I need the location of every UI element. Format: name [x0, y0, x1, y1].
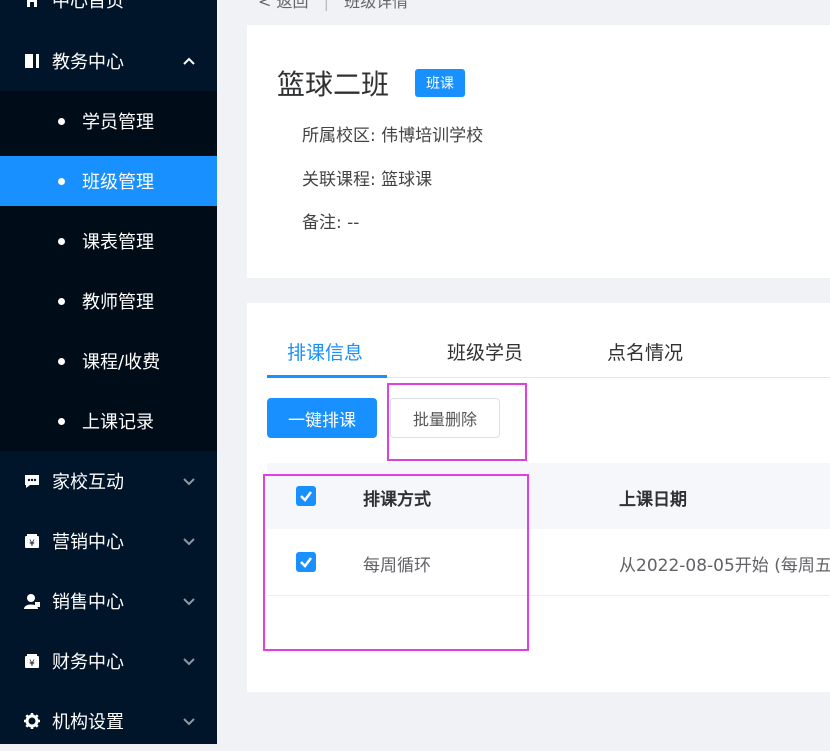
nav-item-sales[interactable]: 销售中心: [0, 571, 217, 631]
user-icon: [24, 594, 40, 609]
highlight-box-table: [263, 474, 529, 651]
bullet-icon: [58, 297, 65, 305]
page-title: 篮球二班: [277, 68, 390, 101]
nav-item-home-label: 中心首页: [52, 0, 124, 12]
class-type-badge: 班课: [415, 69, 465, 97]
sidebar-item-students[interactable]: 学员管理: [0, 96, 217, 146]
sidebar-item-class-records[interactable]: 上课记录: [0, 396, 217, 446]
nav-item-academic-label: 教务中心: [52, 52, 124, 73]
chevron-down-icon: [183, 538, 195, 546]
back-link[interactable]: < 返回: [258, 0, 309, 11]
sidebar-item-label: 课程/收费: [82, 352, 161, 373]
sidebar-item-label: 上课记录: [82, 412, 154, 433]
svg-text:¥: ¥: [29, 659, 35, 669]
home-icon: [27, 0, 37, 7]
chat-icon: [25, 475, 39, 488]
sidebar-item-classes[interactable]: 班级管理: [0, 156, 217, 206]
sidebar-item-timetable[interactable]: 课表管理: [0, 216, 217, 266]
sidebar-item-label: 教师管理: [82, 292, 154, 313]
breadcrumb: < 返回 | 班级详情: [258, 0, 408, 12]
wallet-icon: ¥: [25, 654, 39, 669]
nav-item-home[interactable]: 中心首页: [0, 0, 217, 30]
nav-item-academic[interactable]: 教务中心: [0, 31, 217, 91]
sidebar-item-label: 课表管理: [82, 232, 154, 253]
nav-item-marketing-label: 营销中心: [52, 532, 124, 553]
highlight-box-delete-button: [387, 383, 527, 461]
nav-item-home-school[interactable]: 家校互动: [0, 451, 217, 511]
tab-schedule-info[interactable]: 排课信息: [287, 338, 363, 365]
sidebar-item-teachers[interactable]: 教师管理: [0, 276, 217, 326]
nav-item-home-school-label: 家校互动: [52, 472, 124, 493]
note-info: 备注: --: [302, 213, 360, 233]
bullet-icon: [58, 237, 65, 245]
book-icon: [25, 54, 39, 68]
bullet-icon: [58, 117, 65, 125]
nav-item-settings[interactable]: 机构设置: [0, 691, 217, 751]
chevron-down-icon: [183, 598, 195, 606]
class-info-card: 篮球二班 班课 所属校区: 伟博培训学校 关联课程: 篮球课 备注: --: [247, 25, 830, 278]
breadcrumb-separator: |: [323, 0, 329, 11]
sidebar: 中心首页 教务中心 学员管理 班级管理 课表管理 教师管理 课程/收费 上课记录…: [0, 0, 217, 744]
sidebar-item-label: 学员管理: [82, 112, 154, 133]
bullet-icon: [58, 357, 65, 365]
active-tab-indicator: [267, 375, 387, 378]
sidebar-item-courses-fees[interactable]: 课程/收费: [0, 336, 217, 386]
auto-schedule-button[interactable]: 一键排课: [267, 398, 377, 438]
breadcrumb-current: 班级详情: [344, 0, 409, 11]
campus-info: 所属校区: 伟博培训学校: [302, 126, 484, 146]
gear-icon: [24, 713, 40, 729]
schedule-date-cell: 从2022-08-05开始 (每周五): [619, 556, 830, 576]
nav-item-settings-label: 机构设置: [52, 712, 124, 733]
tab-class-students[interactable]: 班级学员: [447, 338, 523, 365]
tab-attendance[interactable]: 点名情况: [607, 338, 683, 365]
nav-item-finance[interactable]: ¥ 财务中心: [0, 631, 217, 691]
sidebar-item-label: 班级管理: [82, 172, 154, 193]
chevron-down-icon: [183, 718, 195, 726]
course-info: 关联课程: 篮球课: [302, 170, 433, 190]
nav-item-marketing[interactable]: ¥ 营销中心: [0, 511, 217, 571]
wallet-icon: ¥: [25, 534, 39, 549]
chevron-down-icon: [183, 478, 195, 486]
chevron-up-icon: [183, 57, 195, 65]
academic-submenu: 学员管理 班级管理 课表管理 教师管理 课程/收费 上课记录: [0, 91, 217, 451]
nav-item-finance-label: 财务中心: [52, 652, 124, 673]
column-header-date: 上课日期: [619, 490, 687, 510]
svg-text:¥: ¥: [29, 539, 35, 549]
bullet-icon: [58, 177, 65, 185]
chevron-down-icon: [183, 658, 195, 666]
nav-item-sales-label: 销售中心: [52, 592, 124, 613]
bullet-icon: [58, 417, 65, 425]
